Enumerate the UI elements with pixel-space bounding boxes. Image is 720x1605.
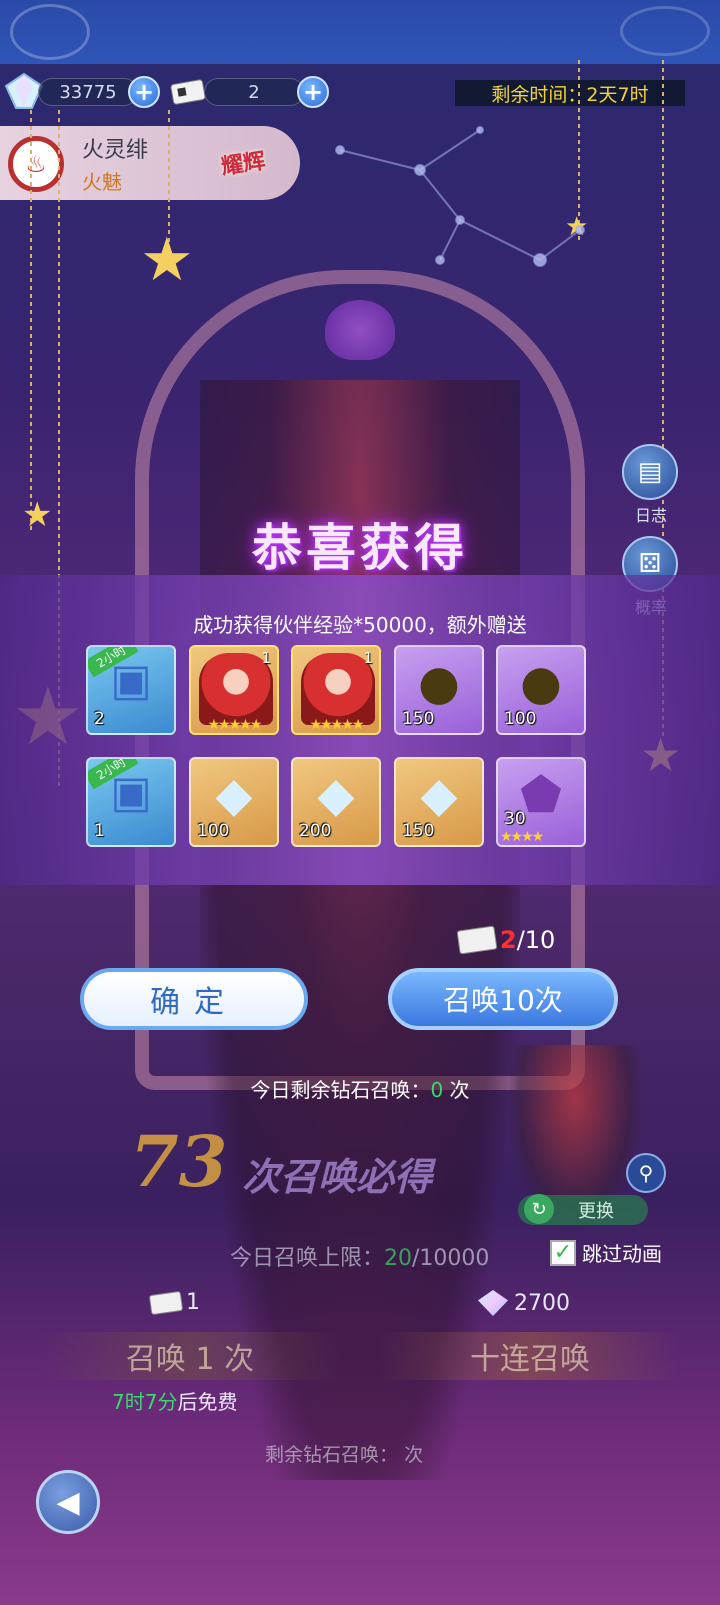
skip-animation-toggle[interactable]: ✓ 跳过动画 bbox=[550, 1238, 662, 1267]
item-quantity: 30 bbox=[504, 809, 526, 829]
reward-item-ore[interactable]: ● 150 bbox=[394, 645, 484, 735]
single-cost: 1 bbox=[148, 1290, 200, 1315]
star-rating: ★★★★★ bbox=[207, 717, 263, 733]
popup-message: 成功获得伙伴经验*50000，额外赠送 bbox=[193, 613, 527, 637]
ten-cost-value: 2700 bbox=[514, 1290, 570, 1316]
reward-item-diamond[interactable]: ◆ 200 bbox=[291, 757, 381, 847]
ticket-progress: 2 /10 bbox=[456, 925, 556, 955]
summon-once-button[interactable]: 召唤 1 次 bbox=[40, 1332, 340, 1380]
top-banner bbox=[0, 0, 720, 64]
free-time: 7时7分 bbox=[112, 1390, 178, 1414]
reward-item-hero[interactable]: 1 ★★★★★ bbox=[291, 645, 381, 735]
diamond-icon: ◆ bbox=[317, 767, 355, 823]
ticket-icon bbox=[456, 925, 498, 955]
item-quantity: 150 bbox=[402, 709, 435, 729]
refresh-icon: ↻ bbox=[524, 1194, 554, 1224]
reward-item-ore[interactable]: ● 100 bbox=[496, 645, 586, 735]
gold-ore-icon: ● bbox=[418, 655, 460, 711]
add-diamond-button[interactable]: + bbox=[128, 76, 160, 108]
free-summon-timer: 7时7分后免费 bbox=[112, 1386, 237, 1415]
hero-title: 火魅 bbox=[82, 170, 122, 194]
reward-item-hero[interactable]: 1 ★★★★★ bbox=[189, 645, 279, 735]
diamond-icon: ◆ bbox=[215, 767, 253, 823]
reward-item-chest[interactable]: ▣ 2小时 1 bbox=[86, 757, 176, 847]
diamond-icon: ◆ bbox=[420, 767, 458, 823]
skip-animation-label: 跳过动画 bbox=[582, 1242, 662, 1266]
remaining-diamond-summon: 剩余钻石召唤： 次 bbox=[265, 1440, 423, 1467]
confirm-button[interactable]: 确定 bbox=[80, 968, 308, 1030]
banner-decoration bbox=[10, 4, 90, 60]
item-quantity: 150 bbox=[402, 821, 435, 841]
item-quantity: 1 bbox=[94, 821, 105, 841]
checkbox-checked-icon: ✓ bbox=[550, 1239, 576, 1266]
ticket-icon bbox=[170, 79, 206, 105]
summon-limit-current: 20 bbox=[384, 1246, 413, 1271]
daily-diamond-suffix: 次 bbox=[449, 1078, 470, 1102]
search-icon[interactable]: ⚲ bbox=[626, 1153, 666, 1193]
reward-item-diamond[interactable]: ◆ 100 bbox=[189, 757, 279, 847]
heart-gem-icon bbox=[325, 300, 395, 360]
ticket-icon bbox=[148, 1290, 184, 1315]
reward-item-shard[interactable]: ⬟ 30 ★★★★ bbox=[496, 757, 586, 847]
summon-ten-button[interactable]: 十连召唤 bbox=[380, 1332, 680, 1380]
ten-cost: 2700 bbox=[478, 1290, 570, 1316]
remaining-diamond-suffix: 次 bbox=[404, 1444, 424, 1466]
diamond-icon bbox=[478, 1290, 508, 1316]
remaining-diamond-label: 剩余钻石召唤： bbox=[265, 1444, 399, 1466]
guarantee-counter: 73 次召唤必得 bbox=[120, 1120, 540, 1210]
star-rating: ★★★★★ bbox=[309, 717, 365, 733]
reward-item-chest[interactable]: ▣ 2小时 2 bbox=[86, 645, 176, 735]
reward-item-diamond[interactable]: ◆ 150 bbox=[394, 757, 484, 847]
star-rating: ★★★★ bbox=[500, 829, 544, 845]
item-count: 1 bbox=[363, 649, 373, 667]
item-quantity: 100 bbox=[197, 821, 230, 841]
item-quantity: 2 bbox=[94, 709, 105, 729]
hero-name: 火灵绯 bbox=[82, 138, 149, 163]
ticket-count: 2 bbox=[204, 78, 304, 106]
gold-ore-icon: ● bbox=[520, 655, 562, 711]
back-arrow-icon[interactable]: ◀ bbox=[36, 1470, 100, 1534]
add-ticket-button[interactable]: + bbox=[297, 76, 329, 108]
hanging-string bbox=[30, 110, 32, 530]
diamond-count: 33775 bbox=[38, 78, 138, 106]
hero-card[interactable]: ♨ 火灵绯 火魅 耀辉 bbox=[0, 126, 300, 200]
fire-element-icon: ♨ bbox=[8, 136, 64, 192]
popup-title: 恭喜获得 bbox=[252, 519, 468, 577]
daily-diamond-count: 0 bbox=[430, 1078, 444, 1102]
item-quantity: 100 bbox=[504, 709, 537, 729]
daily-diamond-prefix: 今日剩余钻石召唤： bbox=[250, 1078, 431, 1102]
summon-limit-total: /10000 bbox=[412, 1246, 490, 1271]
summon-10-button[interactable]: 召唤10次 bbox=[388, 968, 618, 1030]
guarantee-number: 73 bbox=[130, 1120, 228, 1203]
rank-tag: 耀辉 bbox=[219, 149, 267, 180]
log-icon: ▤ bbox=[622, 444, 678, 500]
banner-decoration bbox=[620, 6, 710, 56]
summon-limit: 今日召唤上限：20/10000 bbox=[230, 1240, 489, 1272]
ticket-total: /10 bbox=[516, 926, 556, 954]
free-suffix: 后免费 bbox=[177, 1390, 238, 1414]
guarantee-text: 次召唤必得 bbox=[242, 1155, 433, 1199]
summon-limit-prefix: 今日召唤上限： bbox=[230, 1246, 385, 1271]
item-count: 1 bbox=[261, 649, 271, 667]
ticket-current: 2 bbox=[500, 926, 517, 954]
item-quantity: 200 bbox=[299, 821, 332, 841]
single-cost-value: 1 bbox=[186, 1290, 200, 1315]
star-icon: ★ bbox=[140, 225, 194, 295]
